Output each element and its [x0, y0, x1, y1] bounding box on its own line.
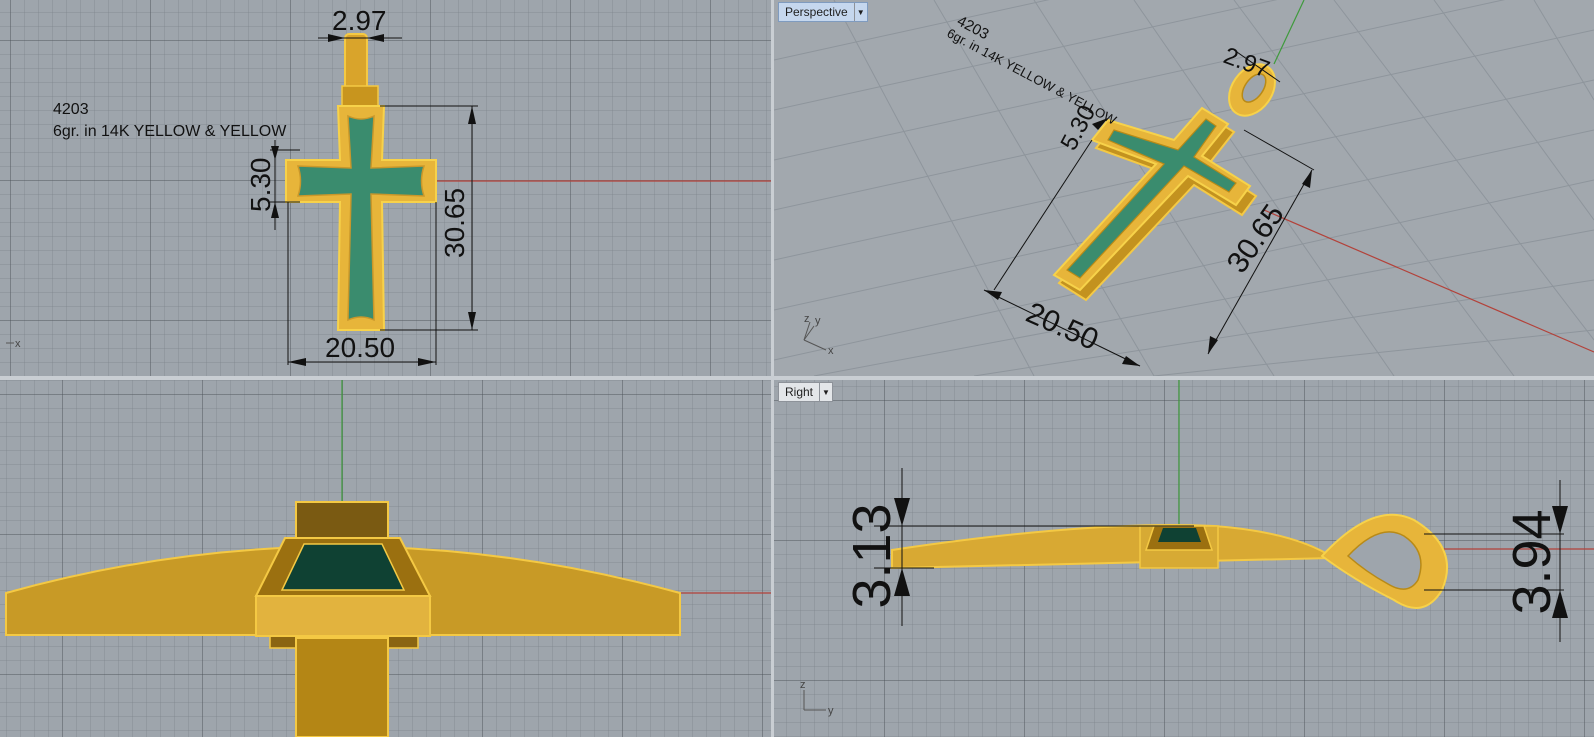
dim-bail-depth: 3.94: [1502, 509, 1562, 614]
viewport-tab-label: Right: [785, 385, 814, 399]
dim-width: 20.50: [325, 332, 395, 363]
cross-side: [891, 524, 1338, 570]
top-viewport[interactable]: 2.97 30.65 20.50 5.30 4203 6gr. in 14K Y…: [0, 0, 771, 376]
perspective-viewport[interactable]: 20.50 30.65 2.97 5.30 4203 6gr. in 14K Y…: [774, 0, 1594, 376]
bail: [341, 33, 379, 107]
note-line-1: 4203: [53, 101, 89, 118]
note-line-2: 6gr. in 14K YELLOW & YELLOW: [53, 123, 287, 140]
axis-y-label: y: [828, 705, 834, 717]
axis-z-label: z: [800, 679, 806, 691]
x-axis-line: [1263, 209, 1594, 353]
dim-bail-width: 2.97: [332, 5, 387, 36]
front-view-canvas: [5, 380, 771, 737]
viewport-tab-perspective[interactable]: Perspective ▼: [778, 2, 868, 22]
viewport-tab-label: Perspective: [785, 5, 848, 19]
axis-z-label: z: [804, 313, 810, 325]
viewport-splitter-vertical[interactable]: [771, 0, 774, 737]
chevron-down-icon[interactable]: ▼: [819, 383, 832, 401]
note-line-2: 6gr. in 14K YELLOW & YELLOW: [945, 25, 1120, 128]
axis-y-label: y: [815, 315, 821, 327]
dim-width: 20.50: [1021, 296, 1103, 357]
right-view-canvas: 3.13 3.94 y z: [800, 380, 1594, 717]
dim-arm-height: 5.30: [245, 158, 276, 213]
dim-thickness: 3.13: [842, 503, 902, 608]
axis-x-label: x: [15, 338, 21, 350]
chevron-down-icon[interactable]: ▼: [853, 3, 867, 21]
z-axis-line: [1273, 0, 1305, 65]
perspective-canvas: 20.50 30.65 2.97 5.30 4203 6gr. in 14K Y…: [774, 0, 1594, 376]
viewport-tab-right[interactable]: Right ▼: [778, 382, 834, 402]
dim-height: 30.65: [1221, 199, 1291, 279]
viewport-splitter-horizontal[interactable]: [0, 376, 1594, 380]
axis-x-label: x: [828, 345, 834, 357]
bail-side: [1320, 513, 1449, 609]
cross-front: [5, 537, 681, 637]
right-viewport[interactable]: 3.13 3.94 y z Right ▼: [774, 380, 1594, 737]
axis-indicator: [803, 690, 826, 711]
front-viewport[interactable]: [0, 380, 771, 737]
cross-top: [285, 105, 437, 331]
top-view-canvas: 2.97 30.65 20.50 5.30 4203 6gr. in 14K Y…: [6, 5, 771, 366]
dim-height: 30.65: [439, 188, 470, 258]
